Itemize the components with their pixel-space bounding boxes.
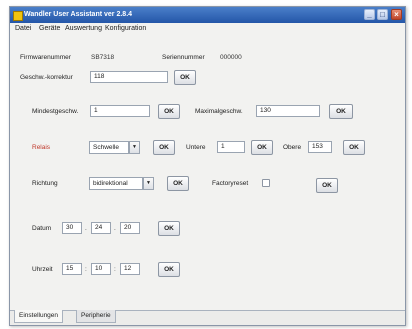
time-separator: : (85, 266, 87, 273)
direction-select[interactable]: bidirektional ▼ (89, 177, 154, 190)
relais-mode-value: Schwelle (93, 144, 120, 151)
menu-auswertung[interactable]: Auswertung (65, 25, 102, 32)
speed-correction-label: Geschw.-korrektur (20, 74, 73, 81)
close-button[interactable]: × (391, 9, 402, 20)
tab-bar: Einstellungen Peripherie (10, 310, 405, 325)
date-separator: . (114, 225, 116, 232)
app-icon (13, 11, 23, 21)
window-title: Wandler User Assistant ver 2.8.4 (24, 11, 133, 18)
chevron-down-icon[interactable]: ▼ (143, 177, 154, 190)
tab-einstellungen[interactable]: Einstellungen (14, 310, 64, 323)
date-ok-button[interactable]: OK (158, 221, 180, 236)
firmware-value: SB7318 (91, 54, 115, 61)
factory-reset-label: Factoryreset (212, 180, 249, 187)
relais-mode-select[interactable]: Schwelle ▼ (89, 141, 140, 154)
tab-peripherie[interactable]: Peripherie (76, 310, 116, 323)
min-speed-input[interactable]: 1 (90, 105, 150, 117)
min-speed-ok-button[interactable]: OK (158, 104, 180, 119)
time-second-input[interactable]: 12 (120, 263, 140, 275)
menu-konfiguration[interactable]: Konfiguration (105, 25, 146, 32)
time-hour-input[interactable]: 15 (62, 263, 82, 275)
serial-label: Seriennummer (162, 54, 205, 61)
speed-correction-input[interactable]: 118 (90, 71, 168, 83)
app-window: Wandler User Assistant ver 2.8.4 _ □ × D… (9, 6, 406, 326)
maximize-button[interactable]: □ (377, 9, 388, 20)
min-speed-label: Mindestgeschw. (32, 108, 79, 115)
factory-reset-checkbox[interactable] (262, 179, 270, 187)
time-separator: : (114, 266, 116, 273)
relais-label: Relais (32, 144, 51, 151)
date-day-input[interactable]: 30 (62, 222, 82, 234)
menu-bar: Datei Geräte Auswertung Konfiguration (10, 23, 405, 36)
lower-input[interactable]: 1 (217, 141, 245, 153)
date-label: Datum (32, 225, 52, 232)
speed-correction-ok-button[interactable]: OK (174, 70, 196, 85)
max-speed-ok-button[interactable]: OK (329, 104, 353, 119)
title-bar: Wandler User Assistant ver 2.8.4 _ □ × (10, 7, 405, 23)
chevron-down-icon[interactable]: ▼ (129, 141, 140, 154)
menu-datei[interactable]: Datei (15, 25, 31, 32)
factory-reset-ok-button[interactable]: OK (316, 178, 338, 193)
direction-value: bidirektional (93, 180, 128, 187)
lower-ok-button[interactable]: OK (251, 140, 273, 155)
date-year-input[interactable]: 20 (120, 222, 140, 234)
direction-label: Richtung (32, 180, 58, 187)
relais-ok-button[interactable]: OK (153, 140, 175, 155)
serial-value: 000000 (220, 54, 242, 61)
time-label: Uhrzeit (32, 266, 53, 273)
time-minute-input[interactable]: 10 (91, 263, 111, 275)
upper-ok-button[interactable]: OK (343, 140, 365, 155)
menu-geraete[interactable]: Geräte (39, 25, 60, 32)
lower-label: Untere (186, 144, 206, 151)
max-speed-label: Maximalgeschw. (195, 108, 243, 115)
time-ok-button[interactable]: OK (158, 262, 180, 277)
date-separator: . (85, 225, 87, 232)
upper-input[interactable]: 153 (308, 141, 332, 153)
max-speed-input[interactable]: 130 (256, 105, 320, 117)
minimize-button[interactable]: _ (364, 9, 375, 20)
firmware-label: Firmwarenummer (20, 54, 71, 61)
direction-ok-button[interactable]: OK (167, 176, 189, 191)
date-month-input[interactable]: 24 (91, 222, 111, 234)
upper-label: Obere (283, 144, 302, 151)
